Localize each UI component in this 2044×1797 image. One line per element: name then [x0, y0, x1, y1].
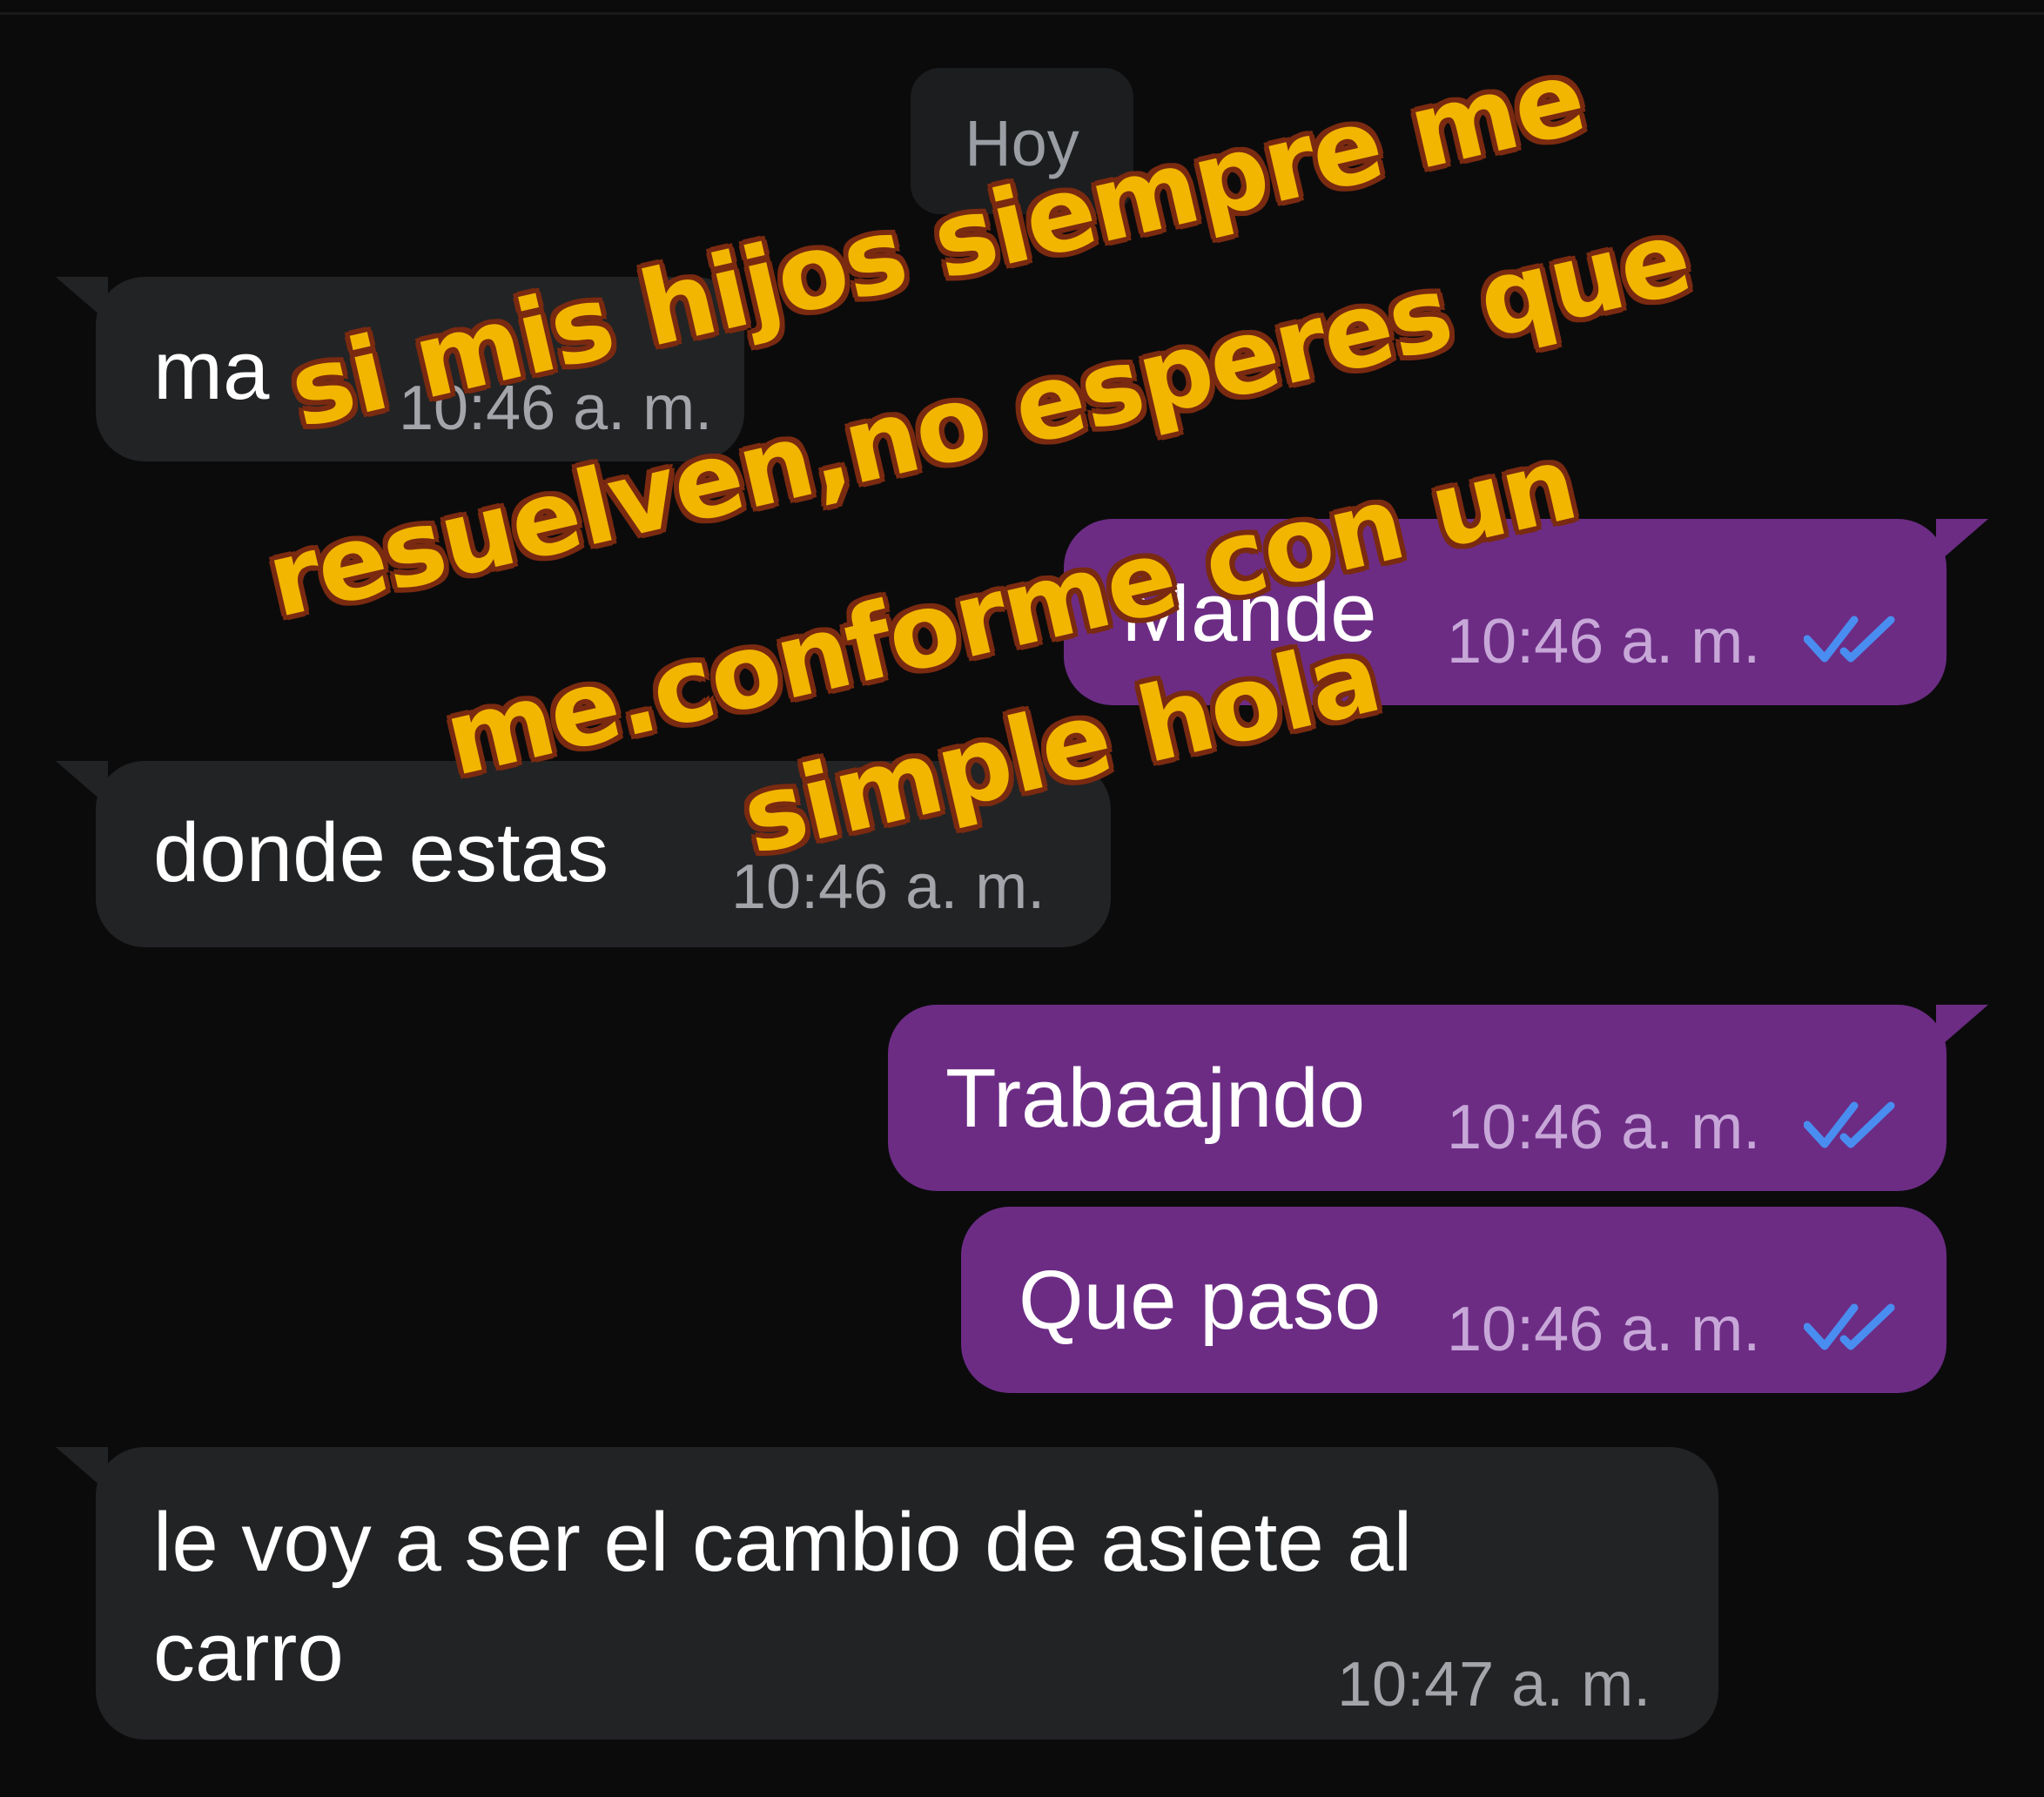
- message-timestamp: 10:46 a. m.: [1447, 1295, 1761, 1364]
- message-timestamp: 10:46 a. m.: [399, 374, 713, 443]
- top-divider: [0, 12, 2044, 15]
- message-timestamp: 10:46 a. m.: [1447, 1093, 1761, 1162]
- double-check-icon: [1804, 613, 1898, 665]
- message-text: donde estas: [153, 806, 609, 899]
- message-text-line-2: carro: [153, 1605, 344, 1699]
- message-bubble-incoming[interactable]: le voy a ser el cambio de asiete al carr…: [96, 1447, 1718, 1740]
- message-text: ma: [153, 324, 270, 417]
- double-check-icon: [1804, 1301, 1898, 1353]
- message-text-line-1: le voy a ser el cambio de asiete al: [153, 1496, 1413, 1589]
- message-bubble-outgoing[interactable]: Que paso 10:46 a. m.: [961, 1207, 1947, 1393]
- message-timestamp: 10:47 a. m.: [1337, 1650, 1651, 1720]
- message-bubble-outgoing[interactable]: Mande 10:46 a. m.: [1064, 519, 1947, 705]
- message-bubble-incoming[interactable]: ma 10:46 a. m.: [96, 277, 744, 461]
- double-check-icon: [1804, 1099, 1898, 1151]
- message-bubble-incoming[interactable]: donde estas 10:46 a. m.: [96, 761, 1111, 947]
- message-text: Trabaajndo: [945, 1052, 1366, 1145]
- date-divider: Hoy: [911, 68, 1133, 214]
- message-text: Que paso: [1019, 1254, 1382, 1347]
- date-divider-label: Hoy: [965, 106, 1079, 179]
- message-text: Mande: [1121, 566, 1377, 659]
- message-bubble-outgoing[interactable]: Trabaajndo 10:46 a. m.: [888, 1005, 1947, 1191]
- message-timestamp: 10:46 a. m.: [731, 852, 1046, 922]
- message-timestamp: 10:46 a. m.: [1447, 607, 1761, 676]
